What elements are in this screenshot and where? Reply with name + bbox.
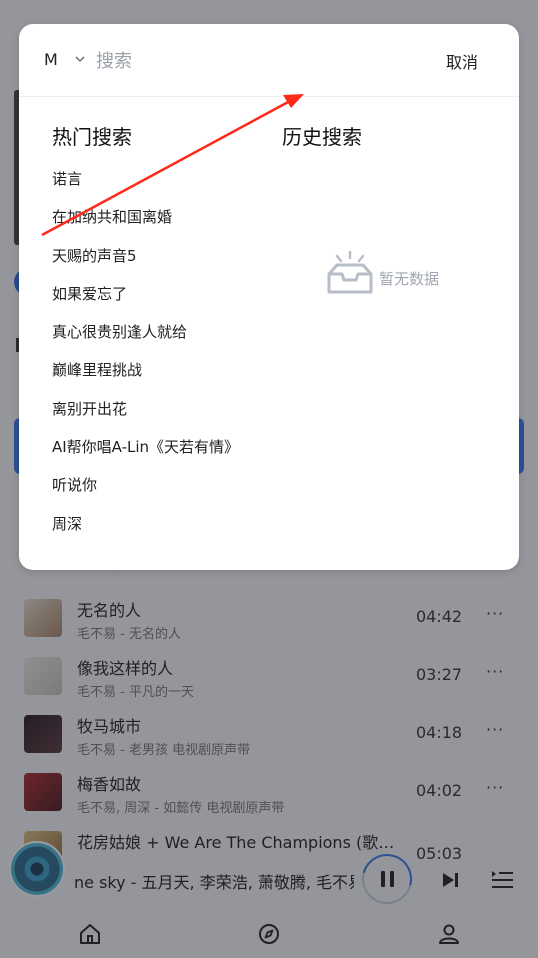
cancel-button[interactable]: 取消 — [446, 49, 478, 73]
hot-search-item[interactable]: 巅峰里程挑战 — [52, 359, 239, 397]
hot-search-title: 热门搜索 — [52, 125, 132, 149]
hot-search-item[interactable]: AI帮你唱A-Lin《天若有情》 — [52, 436, 239, 474]
hot-search-item[interactable]: 离别开出花 — [52, 398, 239, 436]
hot-search-item[interactable]: 如果爱忘了 — [52, 283, 239, 321]
search-scope-selector[interactable]: M — [44, 50, 58, 69]
search-input[interactable] — [96, 46, 396, 76]
hot-search-item[interactable]: 真心很贵别逢人就给 — [52, 321, 239, 359]
hot-search-item[interactable]: 周深 — [52, 513, 239, 551]
hot-search-item[interactable]: 天赐的声音5 — [52, 245, 239, 283]
chevron-down-icon[interactable] — [74, 53, 86, 65]
hot-search-item[interactable]: 诺言 — [52, 168, 239, 206]
empty-inbox-icon — [327, 250, 373, 294]
search-header: M 取消 — [19, 24, 519, 97]
search-panel: M 取消 热门搜索 诺言 在加纳共和国离婚 天赐的声音5 如果爱忘了 真心很贵别… — [19, 24, 519, 570]
hot-search-list: 诺言 在加纳共和国离婚 天赐的声音5 如果爱忘了 真心很贵别逢人就给 巅峰里程挑… — [52, 168, 239, 551]
history-search-title: 历史搜索 — [282, 125, 362, 149]
hot-search-item[interactable]: 在加纳共和国离婚 — [52, 206, 239, 244]
empty-state-text: 暂无数据 — [379, 270, 440, 288]
hot-search-item[interactable]: 听说你 — [52, 474, 239, 512]
